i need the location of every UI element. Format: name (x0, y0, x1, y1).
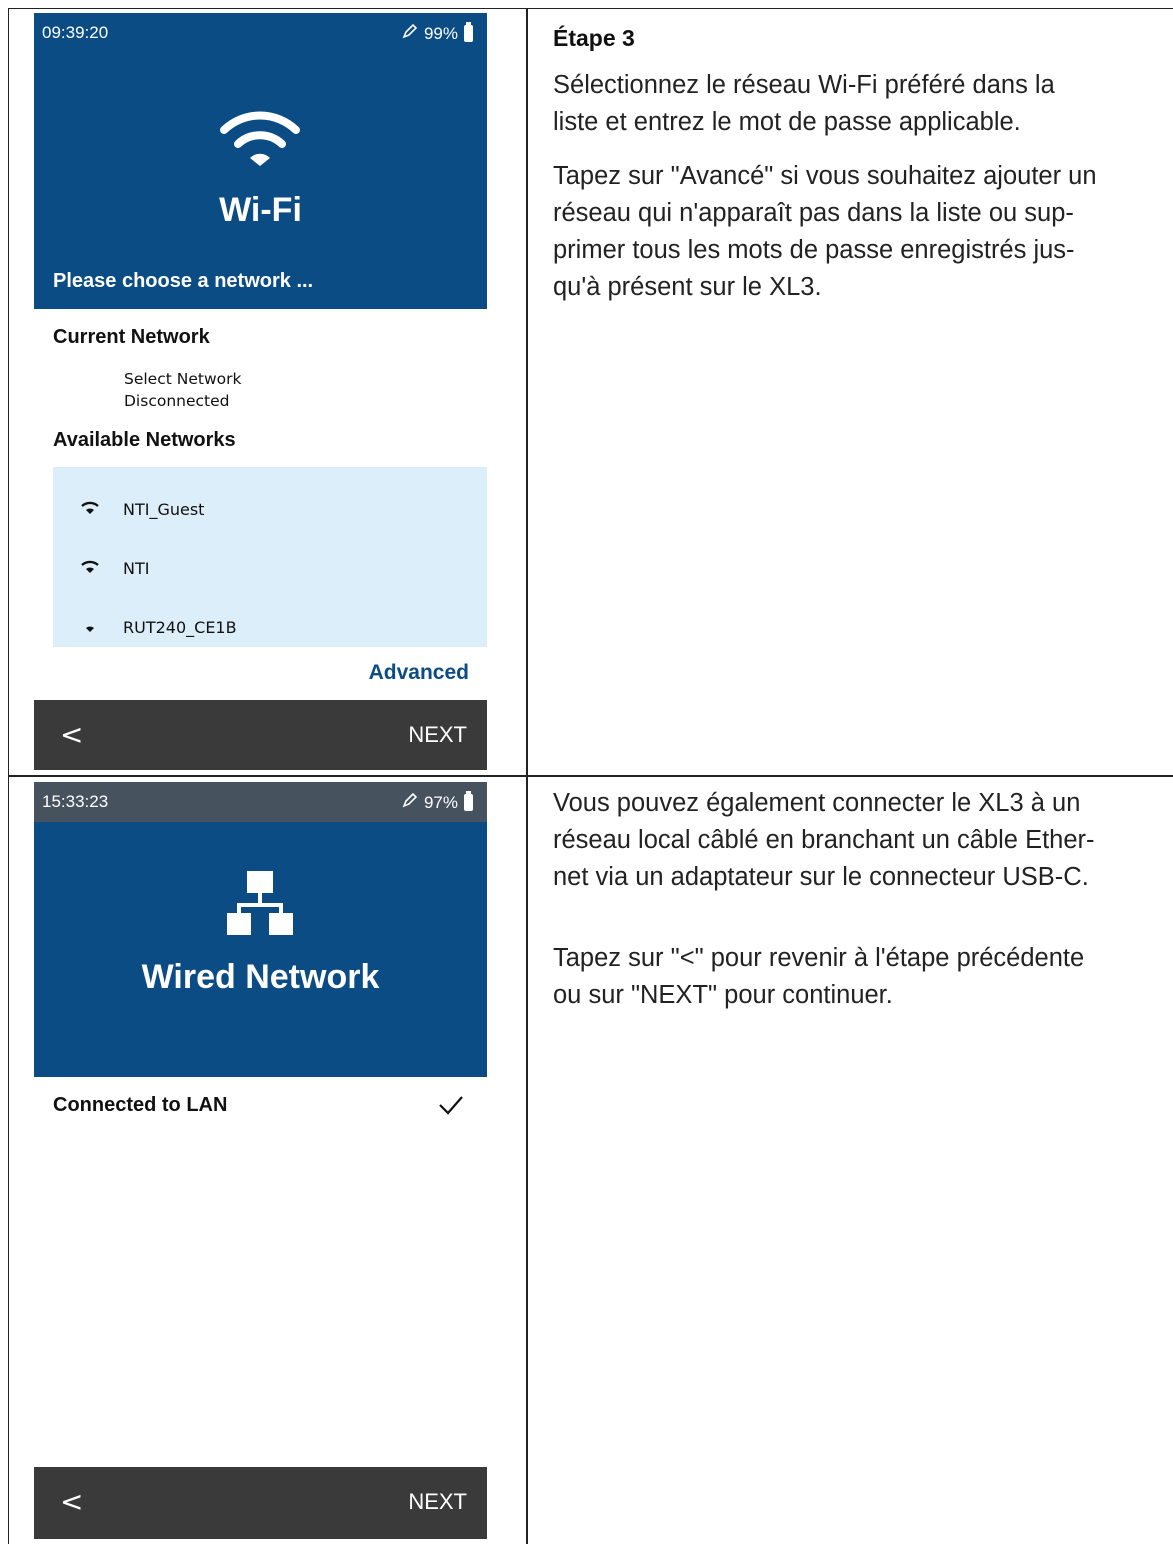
wifi-subtitle: Please choose a network ... (53, 270, 314, 292)
back-button[interactable]: < (60, 1485, 83, 1518)
network-list: NTI_Guest NTI RUT240_CE1B (53, 467, 487, 647)
text-line: Sélectionnez le réseau Wi-Fi préféré dan… (553, 71, 1055, 99)
step-heading: Étape 3 (553, 25, 635, 51)
paragraph-navigation: Tapez sur "<" pour revenir à l'étape pré… (553, 940, 1168, 1014)
network-item[interactable]: NTI_Guest (53, 482, 487, 540)
connected-lan-label: Connected to LAN (53, 1094, 228, 1116)
text-line: liste et entrez le mot de passe applicab… (553, 108, 1021, 136)
status-time: 09:39:20 (42, 23, 109, 42)
text-line: Vous pouvez également connecter le XL3 à… (553, 789, 1081, 817)
text-line: qu'à présent sur le XL3. (553, 273, 822, 301)
wifi-icon (220, 108, 300, 172)
advanced-button[interactable]: Advanced (369, 661, 469, 685)
wifi-title: Wi-Fi (219, 191, 302, 229)
network-name: NTI (123, 559, 150, 578)
current-network-status: Disconnected (124, 392, 230, 410)
network-item[interactable]: RUT240_CE1B (53, 600, 487, 658)
back-button[interactable]: < (60, 718, 83, 751)
wired-network-screen: 15:33:23 97% Wired Network Connected to … (34, 782, 487, 1539)
status-time: 15:33:23 (42, 792, 109, 811)
next-button[interactable]: NEXT (408, 1489, 467, 1515)
table-divider-horizontal (8, 775, 1173, 777)
nav-footer: < NEXT (34, 700, 487, 770)
pen-icon (402, 792, 418, 813)
nav-footer: < NEXT (34, 1467, 487, 1539)
paragraph-wired: Vous pouvez également connecter le XL3 à… (553, 785, 1168, 896)
text-line: primer tous les mots de passe enregistré… (553, 236, 1075, 264)
current-network-name[interactable]: Select Network (124, 368, 241, 390)
wifi-signal-full-icon (81, 500, 99, 519)
text-line: net via un adaptateur sur le connecteur … (553, 863, 1089, 891)
network-name: NTI_Guest (123, 500, 205, 519)
current-network-label: Current Network (53, 326, 210, 348)
available-networks-label: Available Networks (53, 429, 236, 451)
battery-icon (464, 22, 473, 42)
text-line: Tapez sur "<" pour revenir à l'étape pré… (553, 944, 1085, 972)
text-line: ou sur "NEXT" pour continuer. (553, 981, 893, 1009)
status-bar: 15:33:23 97% (34, 782, 487, 822)
battery-percent: 97% (423, 792, 458, 812)
status-bar: 09:39:20 99% (34, 13, 487, 53)
wifi-signal-full-icon (81, 559, 99, 578)
battery-icon (464, 791, 473, 811)
wifi-signal-low-icon (81, 618, 99, 637)
text-line: réseau local câblé en branchant un câble… (553, 826, 1095, 854)
network-topology-icon (225, 869, 295, 943)
next-button[interactable]: NEXT (408, 722, 467, 748)
paragraph-advanced: Tapez sur "Avancé" si vous souhaitez ajo… (553, 158, 1168, 306)
text-line: réseau qui n'apparaît pas dans la liste … (553, 199, 1074, 227)
wired-title: Wired Network (141, 958, 380, 996)
network-item[interactable]: NTI (53, 541, 487, 599)
wired-header (34, 822, 487, 1077)
battery-percent: 99% (423, 23, 458, 43)
pen-icon (402, 23, 418, 44)
paragraph-select-network: Sélectionnez le réseau Wi-Fi préféré dan… (553, 67, 1168, 141)
network-name: RUT240_CE1B (123, 618, 237, 637)
checkmark-icon (438, 1094, 464, 1120)
text-line: Tapez sur "Avancé" si vous souhaitez ajo… (553, 162, 1097, 190)
wifi-screen: 09:39:20 99% Wi-Fi Please choose a netwo… (34, 13, 487, 770)
